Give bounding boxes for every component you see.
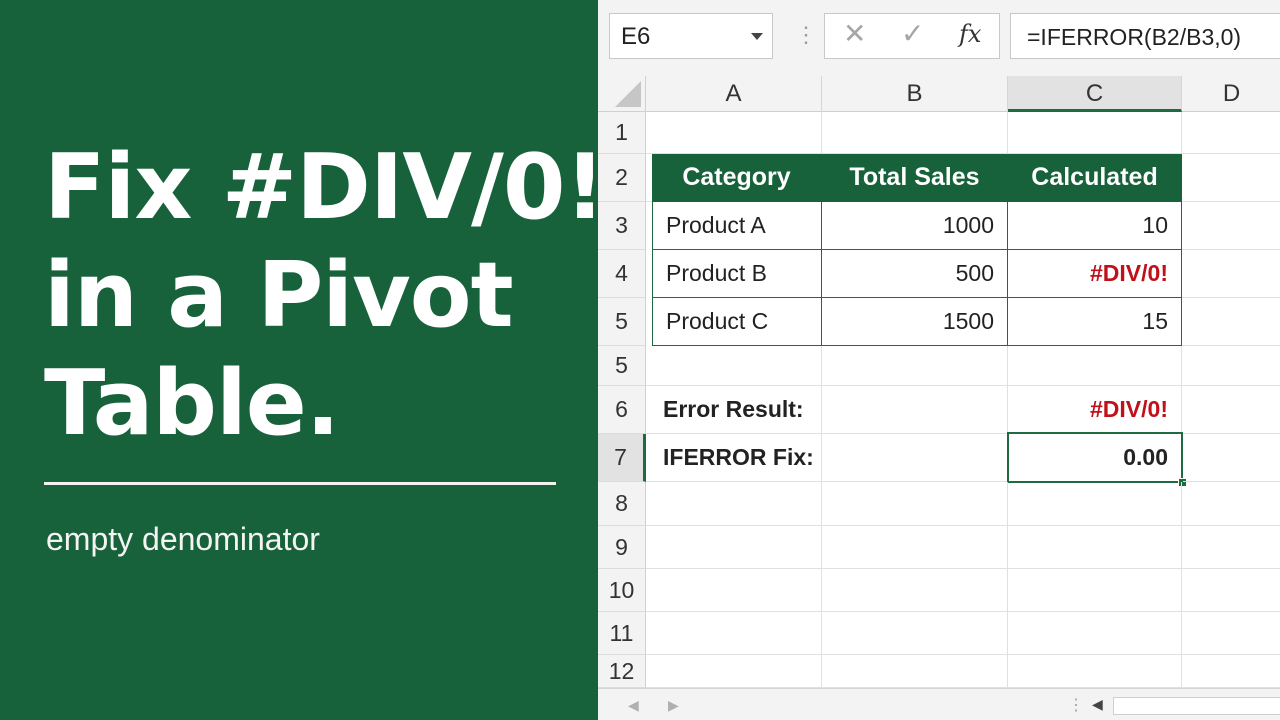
cell[interactable] xyxy=(822,386,1008,434)
cell[interactable] xyxy=(1183,434,1280,482)
title-panel: Fix #DIV/0! / in a Pivot Table. empty de… xyxy=(0,0,668,720)
cell[interactable] xyxy=(1182,482,1280,526)
cell[interactable] xyxy=(646,346,822,386)
sheet-scroll-left-icon[interactable]: ◀ xyxy=(628,697,639,714)
cell[interactable] xyxy=(822,346,1008,386)
table-header-category[interactable]: Category xyxy=(652,154,822,202)
horizontal-scrollbar[interactable] xyxy=(1113,697,1280,715)
cell[interactable] xyxy=(822,482,1008,526)
cancel-icon[interactable]: ✕ xyxy=(843,20,866,48)
cell[interactable] xyxy=(822,112,1008,154)
table-header-total-sales[interactable]: Total Sales xyxy=(822,154,1008,202)
formula-bar: E6 ⋮ ✕ ✓ fx =IFERROR(B2/B3,0) xyxy=(598,0,1280,77)
cell[interactable] xyxy=(1182,655,1280,688)
table-cell-calculated[interactable]: 10 xyxy=(1008,202,1182,250)
row-header[interactable]: 6 xyxy=(598,386,646,434)
cell[interactable] xyxy=(646,655,822,688)
formula-input[interactable]: =IFERROR(B2/B3,0) xyxy=(1010,13,1280,59)
cell[interactable] xyxy=(1182,154,1280,202)
sheet-tab-bar: ◀ ▶ ⋮ ◀ xyxy=(598,688,1280,720)
cell[interactable] xyxy=(822,526,1008,569)
cell[interactable] xyxy=(1008,655,1182,688)
row-header[interactable]: 8 xyxy=(598,482,646,526)
cell[interactable] xyxy=(1182,569,1280,612)
cell[interactable] xyxy=(1008,482,1182,526)
cell[interactable] xyxy=(1008,112,1182,154)
select-all-button[interactable] xyxy=(598,76,646,112)
table-cell-sales[interactable]: 1500 xyxy=(822,298,1008,346)
chevron-down-icon[interactable] xyxy=(751,33,763,40)
cell[interactable] xyxy=(646,482,822,526)
cell[interactable] xyxy=(822,655,1008,688)
hscroll-left-arrow-icon[interactable]: ◀ xyxy=(1092,696,1103,713)
formula-actions: ✕ ✓ fx xyxy=(824,13,1000,59)
row-header[interactable]: 1 xyxy=(598,112,646,154)
formula-text: =IFERROR(B2/B3,0) xyxy=(1027,24,1242,50)
row-header[interactable]: 2 xyxy=(598,154,646,202)
table-cell-sales[interactable]: 500 xyxy=(822,250,1008,298)
column-header-d[interactable]: D xyxy=(1182,76,1280,112)
table-cell-calculated[interactable]: 15 xyxy=(1008,298,1182,346)
row-header[interactable]: 4 xyxy=(598,250,646,298)
cell[interactable] xyxy=(1182,612,1280,655)
table-cell-category[interactable]: Product A xyxy=(652,202,822,250)
enter-icon[interactable]: ✓ xyxy=(901,20,924,48)
row-header[interactable]: 11 xyxy=(598,612,646,655)
cell[interactable] xyxy=(1182,526,1280,569)
name-box[interactable]: E6 xyxy=(609,13,773,59)
iferror-fix-value[interactable]: 0.00 xyxy=(1007,432,1183,483)
cell[interactable] xyxy=(1182,346,1280,386)
name-box-value: E6 xyxy=(621,23,651,50)
cell[interactable] xyxy=(1182,202,1280,250)
row-header[interactable]: 10 xyxy=(598,569,646,612)
column-header-c[interactable]: C xyxy=(1008,76,1182,112)
column-header-a[interactable]: A xyxy=(646,76,822,112)
cell[interactable] xyxy=(1008,569,1182,612)
cell[interactable] xyxy=(1008,612,1182,655)
row-header[interactable]: 7 xyxy=(598,434,646,482)
worksheet-grid: A B C D 1 2 3 4 5 5 6 7 8 9 10 11 12 Cat… xyxy=(598,76,1280,688)
headline-line-1: Fix #DIV/0! / xyxy=(44,135,668,240)
iferror-fix-label[interactable]: IFERROR Fix: xyxy=(646,434,822,482)
error-result-value[interactable]: #DIV/0! xyxy=(1008,386,1182,434)
table-cell-sales[interactable]: 1000 xyxy=(822,202,1008,250)
cell[interactable] xyxy=(646,569,822,612)
cell[interactable] xyxy=(646,612,822,655)
cell[interactable] xyxy=(646,526,822,569)
splitter-handle-icon[interactable]: ⋮ xyxy=(1068,695,1084,715)
column-header-b[interactable]: B xyxy=(822,76,1008,112)
cell[interactable] xyxy=(822,434,1008,482)
cell[interactable] xyxy=(822,569,1008,612)
row-header[interactable]: 5 xyxy=(598,346,646,386)
divider xyxy=(44,482,556,485)
cell[interactable] xyxy=(646,112,822,154)
cell[interactable] xyxy=(1182,250,1280,298)
cell[interactable] xyxy=(1182,298,1280,346)
cell[interactable] xyxy=(1008,526,1182,569)
subtitle: empty denominator xyxy=(46,521,320,557)
row-header[interactable]: 12 xyxy=(598,655,646,688)
cell[interactable] xyxy=(1008,346,1182,386)
row-header[interactable]: 5 xyxy=(598,298,646,346)
sheet-scroll-right-icon[interactable]: ▶ xyxy=(668,697,679,714)
drag-handle-icon[interactable]: ⋮ xyxy=(795,24,817,46)
error-result-label[interactable]: Error Result: xyxy=(646,386,822,434)
row-header[interactable]: 3 xyxy=(598,202,646,250)
headline-line-2: in a Pivot xyxy=(44,243,514,348)
headline-line-3: Table. xyxy=(44,351,340,456)
table-cell-category[interactable]: Product B xyxy=(652,250,822,298)
table-cell-category[interactable]: Product C xyxy=(652,298,822,346)
spreadsheet-window: E6 ⋮ ✕ ✓ fx =IFERROR(B2/B3,0) A B C D 1 … xyxy=(598,0,1280,720)
row-header[interactable]: 9 xyxy=(598,526,646,569)
cell[interactable] xyxy=(1182,112,1280,154)
table-header-calculated[interactable]: Calculated xyxy=(1008,154,1182,202)
insert-function-icon[interactable]: fx xyxy=(959,22,981,46)
cell[interactable] xyxy=(822,612,1008,655)
select-all-icon xyxy=(615,81,641,107)
cell[interactable] xyxy=(1182,386,1280,434)
table-cell-calculated-error[interactable]: #DIV/0! xyxy=(1008,250,1182,298)
